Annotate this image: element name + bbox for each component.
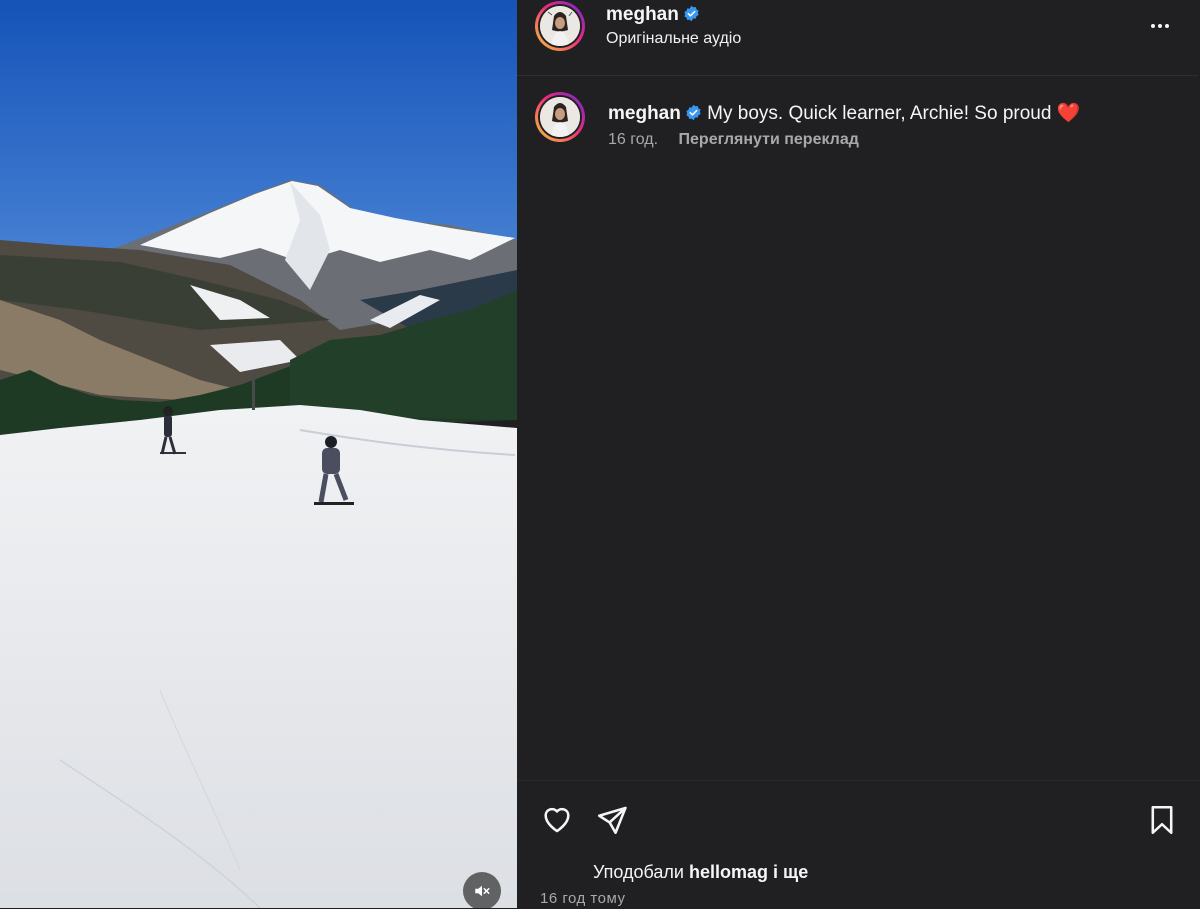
likes-prefix: Уподобали [593, 862, 684, 882]
share-button[interactable] [595, 803, 629, 842]
see-translation-link[interactable]: Переглянути переклад [679, 131, 859, 148]
heart-icon [544, 807, 570, 833]
likes-more-link[interactable]: і ще [773, 862, 808, 882]
username-link[interactable]: meghan [606, 4, 679, 25]
send-icon [597, 806, 627, 835]
likes-summary: Уподобали hellomag і ще [593, 862, 808, 883]
caption-text: meghan My boys. Quick learner, Archie! S… [608, 101, 1080, 125]
caption-username-link[interactable]: meghan [608, 103, 681, 124]
verified-badge-icon [686, 104, 701, 121]
post-header: meghan Оригінальне аудіо [517, 0, 1198, 76]
original-audio-link[interactable]: Оригінальне аудіо [606, 30, 741, 48]
bookmark-icon [1151, 805, 1173, 835]
heart-emoji: ❤️ [1056, 103, 1081, 124]
avatar[interactable] [535, 1, 585, 51]
posted-time: 16 год. [608, 131, 659, 148]
post-timestamp: 16 год тому [540, 890, 626, 907]
more-options-button[interactable] [1148, 14, 1172, 44]
save-button[interactable] [1145, 803, 1179, 842]
likes-user-link[interactable]: hellomag [689, 862, 768, 882]
more-options-icon [1151, 24, 1169, 28]
ski-slope-image [0, 0, 517, 908]
header-username-row: meghan [606, 4, 700, 26]
verified-badge-icon [684, 5, 699, 22]
post-detail-panel: meghan Оригінальне аудіо meghan My boys.… [517, 0, 1200, 908]
like-button[interactable] [540, 802, 574, 841]
speaker-muted-icon [475, 885, 490, 897]
caption-body: My boys. Quick learner, Archie! So proud [707, 103, 1052, 124]
caption-meta: 16 год. Переглянути переклад [608, 131, 859, 149]
post-media-video[interactable] [0, 0, 517, 908]
caption-avatar[interactable] [535, 92, 585, 142]
mute-toggle-button[interactable] [463, 872, 501, 908]
